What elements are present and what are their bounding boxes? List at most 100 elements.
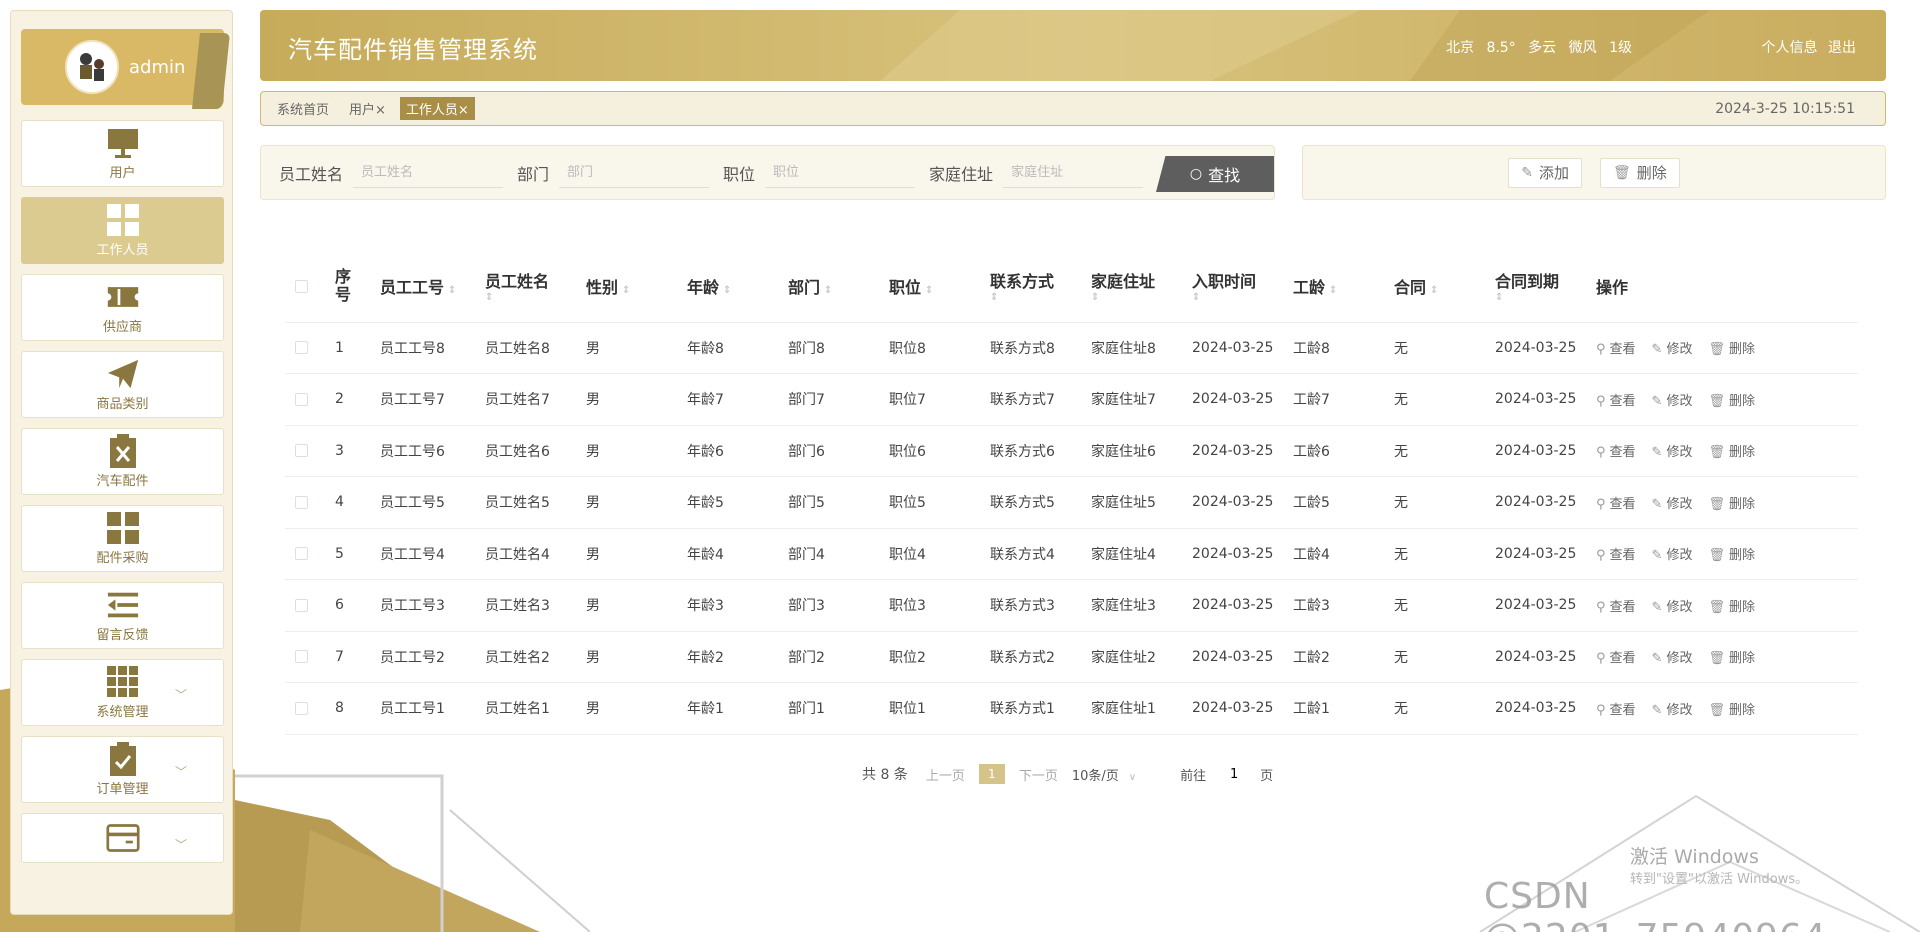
row-delete-button[interactable]: 🗑 删除 — [1708, 651, 1755, 666]
col-header[interactable]: 员工工号 — [380, 278, 444, 297]
name-input[interactable] — [353, 157, 504, 188]
row-delete-button[interactable]: 🗑 删除 — [1708, 497, 1755, 512]
tab-home[interactable]: 系统首页 — [271, 97, 335, 120]
sort-icon[interactable]: ⇕ — [824, 285, 832, 296]
user-card[interactable]: admin — [21, 29, 230, 109]
next-page-button[interactable]: 下一页 — [1019, 765, 1058, 784]
view-button[interactable]: ⚲ 查看 — [1596, 703, 1636, 718]
search-button[interactable]: ○ 查找 — [1156, 156, 1274, 192]
row-checkbox[interactable] — [295, 495, 308, 509]
select-all-checkbox[interactable] — [295, 280, 308, 294]
sidebar-item-auto-parts[interactable]: 汽车配件 — [21, 428, 224, 495]
sidebar-item-users[interactable]: 用户 — [21, 120, 224, 187]
sort-icon[interactable]: ⇕ — [925, 285, 933, 296]
sidebar-item-parts-purchase[interactable]: 配件采购 — [21, 505, 224, 572]
tab-staff[interactable]: 工作人员× — [399, 97, 475, 120]
position-input[interactable] — [765, 157, 916, 188]
col-header[interactable]: 员工姓名 — [485, 272, 549, 291]
sidebar-item-suppliers[interactable]: 供应商 — [21, 274, 224, 341]
chevron-down-icon: ∨ — [1128, 771, 1137, 783]
sort-icon[interactable]: ⇕ — [1495, 292, 1588, 303]
delete-label: 删除 — [1728, 393, 1755, 409]
view-button[interactable]: ⚲ 查看 — [1596, 548, 1636, 563]
add-button[interactable]: ✎ 添加 — [1508, 157, 1582, 188]
page-size-select[interactable]: 10条/页 ∨ — [1072, 765, 1136, 784]
sidebar-item-more[interactable]: ﹀ — [21, 813, 224, 863]
table-cell: 部门8 — [780, 322, 881, 374]
sidebar-item-feedback[interactable]: 留言反馈 — [21, 582, 224, 649]
row-checkbox[interactable] — [295, 444, 308, 458]
edit-button[interactable]: ✎ 修改 — [1652, 342, 1693, 357]
edit-button[interactable]: ✎ 修改 — [1652, 497, 1693, 512]
sort-icon[interactable]: ⇕ — [485, 292, 578, 303]
edit-button[interactable]: ✎ 修改 — [1652, 703, 1693, 718]
col-header[interactable]: 性别 — [586, 278, 618, 297]
card-icon — [105, 821, 140, 855]
col-header[interactable]: 职位 — [889, 278, 921, 297]
edit-button[interactable]: ✎ 修改 — [1652, 600, 1693, 615]
view-button[interactable]: ⚲ 查看 — [1596, 651, 1636, 666]
col-header[interactable]: 家庭住址 — [1091, 272, 1155, 291]
sort-icon[interactable]: ⇕ — [1192, 292, 1285, 303]
row-delete-button[interactable]: 🗑 删除 — [1708, 548, 1755, 563]
logout-link[interactable]: 退出 — [1828, 40, 1856, 56]
edit-button[interactable]: ✎ 修改 — [1652, 445, 1693, 460]
row-delete-button[interactable]: 🗑 删除 — [1708, 600, 1755, 615]
row-checkbox[interactable] — [295, 650, 308, 664]
col-header[interactable]: 入职时间 — [1192, 272, 1256, 291]
col-header[interactable]: 部门 — [788, 278, 820, 297]
row-checkbox[interactable] — [295, 341, 308, 355]
sidebar-item-orders[interactable]: 订单管理 ﹀ — [21, 736, 224, 803]
sidebar-item-categories[interactable]: 商品类别 — [21, 351, 224, 418]
table-cell: 家庭住址4 — [1083, 528, 1184, 580]
search-label: 家庭住址 — [929, 164, 994, 184]
view-button[interactable]: ⚲ 查看 — [1596, 342, 1636, 357]
edit-button[interactable]: ✎ 修改 — [1652, 651, 1693, 666]
page-number-button[interactable]: 1 — [978, 764, 1005, 784]
view-button[interactable]: ⚲ 查看 — [1596, 394, 1636, 409]
row-delete-button[interactable]: 🗑 删除 — [1708, 445, 1755, 460]
row-delete-button[interactable]: 🗑 删除 — [1708, 703, 1755, 718]
col-header[interactable]: 合同到期 — [1495, 272, 1559, 291]
sidebar-item-staff[interactable]: 工作人员 — [21, 197, 224, 264]
table-body: 1 员工工号8 员工姓名8 男年龄8 部门8 职位8 联系方式8 家庭住址8 2024-03-2… — [285, 322, 1858, 735]
grid-icon — [106, 511, 140, 545]
view-button[interactable]: ⚲ 查看 — [1596, 445, 1636, 460]
clipboard-x-icon — [106, 434, 140, 468]
row-checkbox[interactable] — [295, 701, 308, 715]
edit-button[interactable]: ✎ 修改 — [1652, 394, 1693, 409]
table-cell: 年龄6 — [679, 425, 780, 477]
weather-city: 北京 — [1446, 40, 1474, 56]
row-checkbox[interactable] — [295, 598, 308, 612]
prev-page-button[interactable]: 上一页 — [926, 765, 965, 784]
view-button[interactable]: ⚲ 查看 — [1596, 600, 1636, 615]
col-header[interactable]: 年龄 — [687, 278, 719, 297]
sort-icon[interactable]: ⇕ — [990, 292, 1083, 303]
sidebar-item-system[interactable]: 系统管理 ﹀ — [21, 659, 224, 726]
edit-icon: ✎ — [1651, 342, 1663, 358]
row-delete-button[interactable]: 🗑 删除 — [1708, 342, 1755, 357]
table-cell: 职位2 — [881, 631, 982, 683]
sort-icon[interactable]: ⇕ — [1430, 285, 1438, 296]
sort-icon[interactable]: ⇕ — [448, 285, 456, 296]
sort-icon[interactable]: ⇕ — [1091, 292, 1184, 303]
sort-icon[interactable]: ⇕ — [622, 285, 630, 296]
address-input[interactable] — [1003, 157, 1144, 188]
profile-link[interactable]: 个人信息 — [1762, 40, 1818, 56]
col-header[interactable]: 工龄 — [1293, 278, 1325, 297]
goto-page-input[interactable] — [1216, 762, 1253, 786]
user-links: 个人信息 退出 — [1756, 37, 1856, 57]
row-delete-button[interactable]: 🗑 删除 — [1708, 394, 1755, 409]
department-input[interactable] — [559, 157, 710, 188]
view-button[interactable]: ⚲ 查看 — [1596, 497, 1636, 512]
sort-icon[interactable]: ⇕ — [1329, 285, 1337, 296]
sidebar-item-label: 汽车配件 — [96, 474, 149, 489]
row-checkbox[interactable] — [295, 392, 308, 406]
sort-icon[interactable]: ⇕ — [723, 285, 731, 296]
tab-users[interactable]: 用户× — [343, 97, 392, 120]
col-header[interactable]: 联系方式 — [990, 272, 1054, 291]
row-checkbox[interactable] — [295, 547, 308, 561]
col-header[interactable]: 合同 — [1394, 278, 1426, 297]
edit-button[interactable]: ✎ 修改 — [1652, 548, 1693, 563]
delete-button[interactable]: 🗑 删除 — [1599, 157, 1680, 188]
